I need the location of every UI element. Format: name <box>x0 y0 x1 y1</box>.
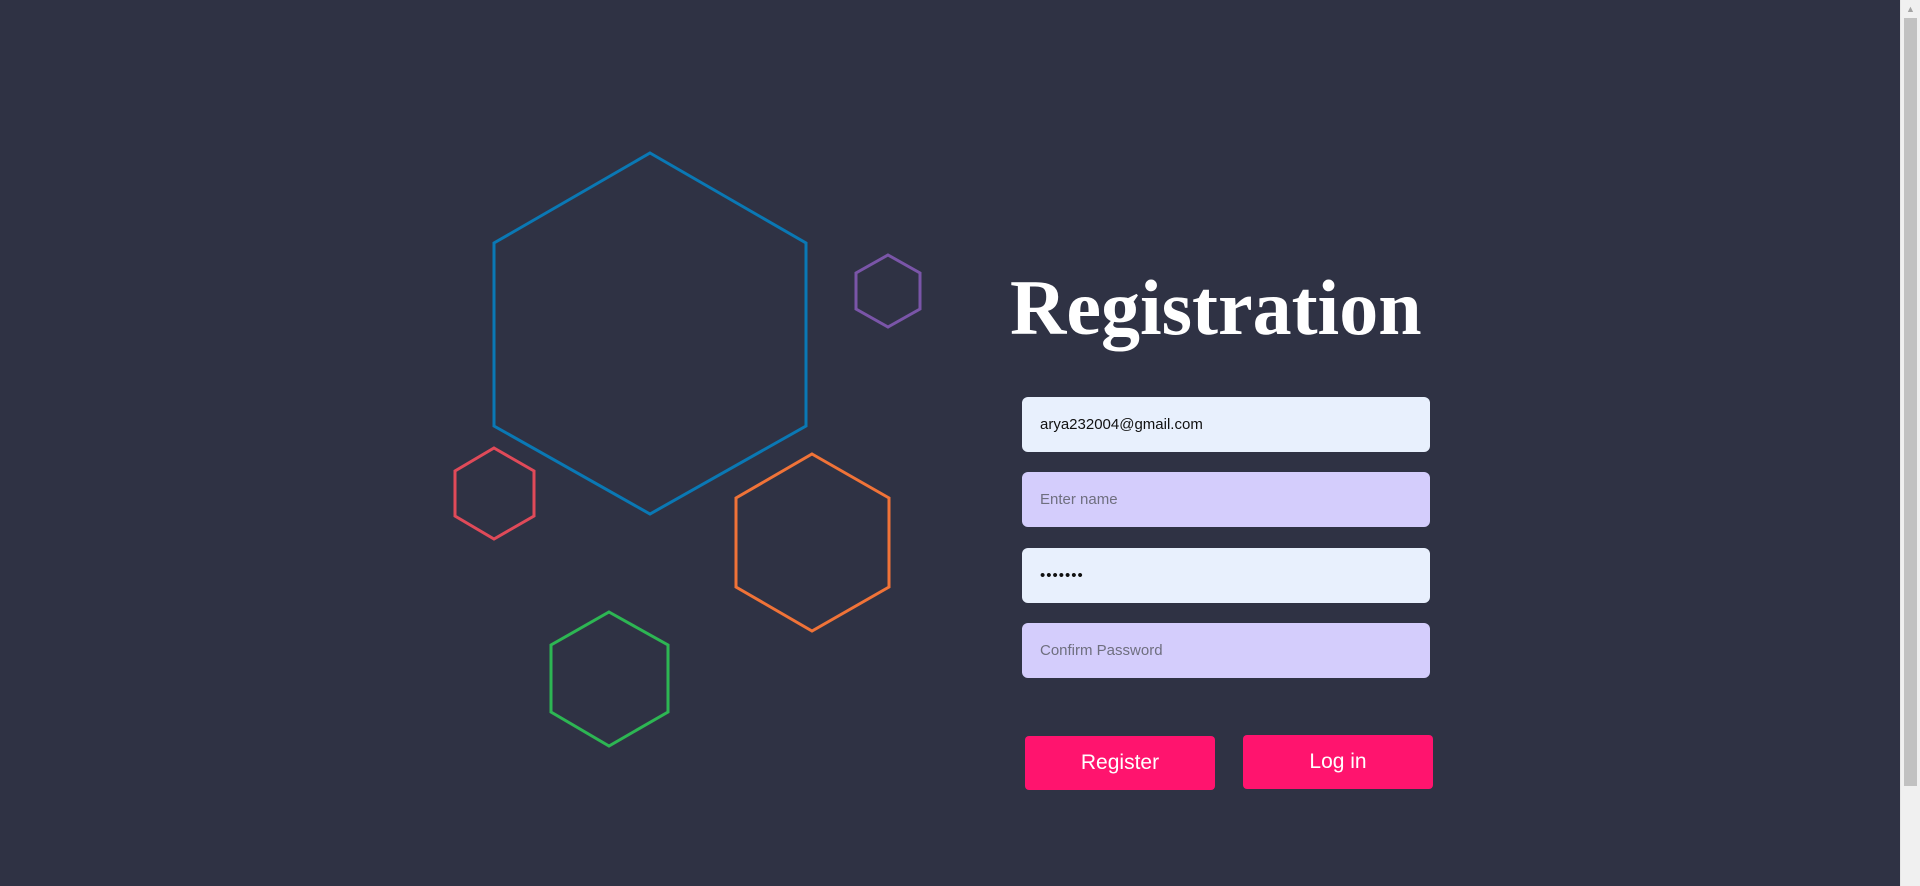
password-field[interactable] <box>1022 548 1430 603</box>
name-field[interactable] <box>1022 472 1430 527</box>
vertical-scrollbar[interactable]: ▲ <box>1900 0 1920 886</box>
decorative-hexagons <box>453 151 922 748</box>
small-purple-hexagon <box>854 253 922 329</box>
register-button[interactable]: Register <box>1025 736 1215 790</box>
registration-page: Registration Register Log in <box>0 0 1900 886</box>
triangle-up-icon[interactable]: ▲ <box>1901 0 1920 18</box>
confirm-password-field[interactable] <box>1022 623 1430 678</box>
orange-hexagon <box>734 452 891 633</box>
login-button[interactable]: Log in <box>1243 735 1433 789</box>
scrollbar-thumb[interactable] <box>1904 18 1917 786</box>
email-field[interactable] <box>1022 397 1430 452</box>
small-red-hexagon <box>453 446 536 541</box>
page-title: Registration <box>1010 264 1422 351</box>
large-blue-hexagon <box>492 151 808 516</box>
green-hexagon <box>549 610 670 748</box>
